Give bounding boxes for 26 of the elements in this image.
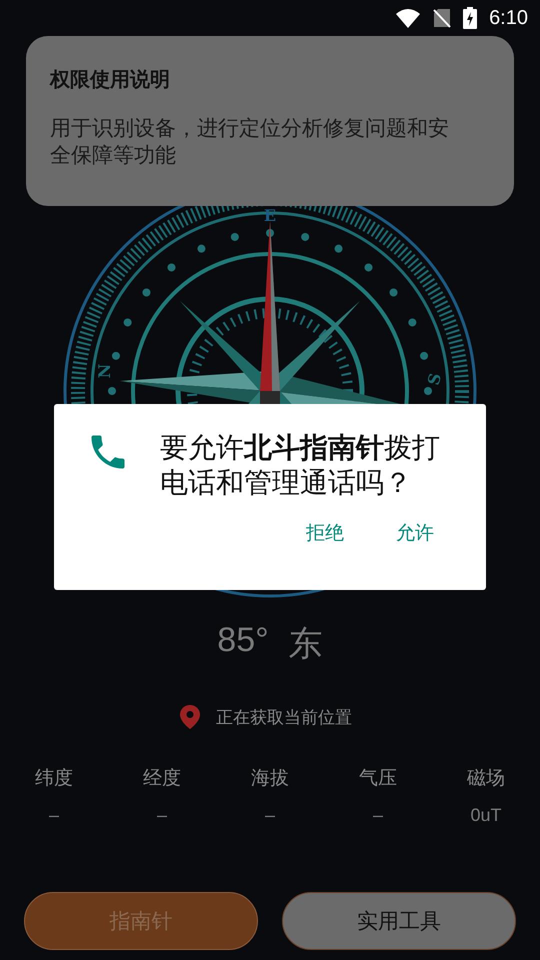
notice-text: 用于识别设备，进行定位分析修复问题和安全保障等功能: [50, 115, 450, 169]
battery-charging-icon: [463, 7, 478, 29]
no-sim-icon: [433, 8, 452, 28]
notice-title: 权限使用说明: [50, 66, 171, 93]
dialog-message: 要允许北斗指南针拨打电话和管理通话吗？: [160, 430, 441, 500]
heading-degrees: 85°: [217, 621, 269, 661]
stat-value: –: [156, 805, 167, 826]
stat-value: –: [372, 805, 383, 826]
deny-button[interactable]: 拒绝: [298, 516, 352, 550]
stat-label: 纬度: [35, 766, 73, 791]
stat-value: –: [264, 805, 275, 826]
stat-value: 0uT: [470, 805, 502, 826]
compass-letter: N: [95, 364, 114, 378]
compass-letter: S: [424, 371, 446, 388]
location-pin-icon: [180, 705, 200, 729]
clock-time: 6:10: [489, 6, 528, 30]
location-status: 正在获取当前位置: [216, 706, 352, 728]
heading-direction: 东: [288, 624, 323, 665]
stat-label: 气压: [359, 766, 397, 791]
stat-value: –: [48, 805, 59, 826]
stat-label: 磁场: [467, 766, 505, 791]
wifi-icon: [395, 8, 422, 28]
stat-label: 海拔: [251, 766, 289, 791]
stat-label: 经度: [143, 766, 181, 791]
allow-button[interactable]: 允许: [388, 516, 442, 550]
bottom-tab[interactable]: 实用工具: [282, 892, 516, 950]
